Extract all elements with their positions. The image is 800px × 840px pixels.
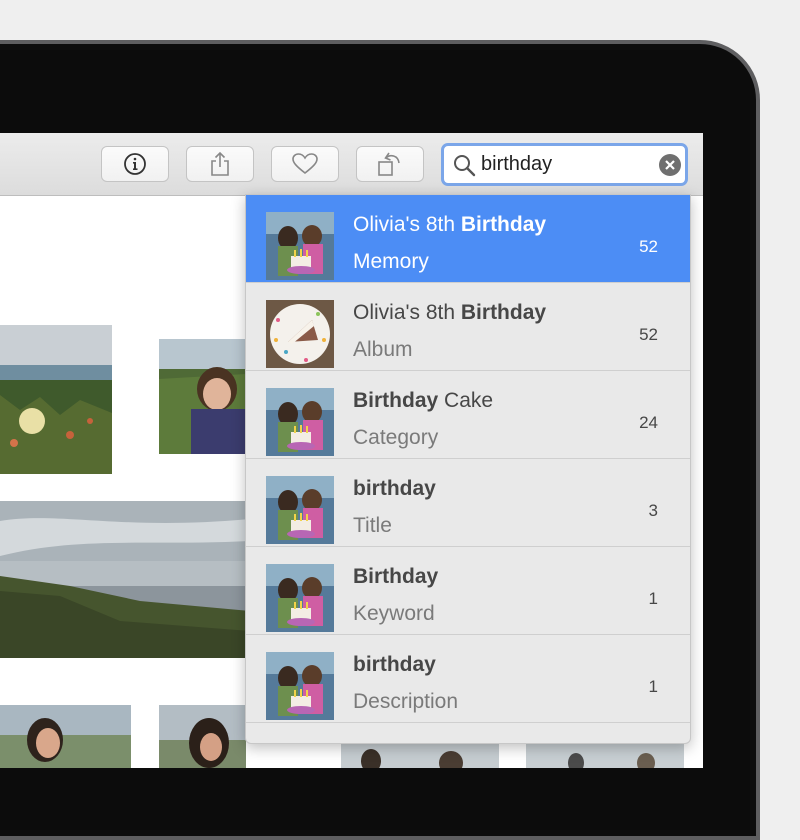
search-input[interactable] — [481, 151, 646, 177]
clear-icon — [665, 160, 675, 170]
search-result-row[interactable]: Olivia's 8th Birthday Album 52 — [246, 283, 690, 371]
result-type: Title — [353, 514, 392, 537]
photo-thumbnail[interactable] — [0, 705, 131, 768]
result-name: birthday — [353, 477, 436, 500]
result-thumbnail — [266, 652, 334, 720]
toolbar — [0, 133, 703, 196]
result-count: 24 — [639, 413, 658, 432]
search-field[interactable] — [441, 143, 688, 186]
result-type: Album — [353, 338, 413, 361]
result-count: 1 — [648, 589, 658, 608]
result-name: Birthday Cake — [353, 389, 494, 412]
result-name: Olivia's 8th Birthday — [353, 301, 547, 324]
result-count: 52 — [639, 325, 658, 344]
search-result-row[interactable]: birthday Title 3 — [246, 459, 690, 547]
search-result-row[interactable]: Birthday Cake Category 24 — [246, 371, 690, 459]
search-result-row[interactable]: Olivia's 8th Birthday Memory 52 — [246, 195, 690, 283]
result-thumbnail — [266, 212, 334, 280]
info-button[interactable] — [101, 146, 169, 182]
search-result-row[interactable]: Birthday Keyword 1 — [246, 547, 690, 635]
photo-thumbnail[interactable] — [341, 741, 499, 768]
rotate-icon — [378, 152, 400, 176]
share-icon — [211, 151, 229, 176]
result-name: birthday — [353, 653, 436, 676]
result-count: 52 — [639, 237, 658, 256]
result-type: Category — [353, 426, 439, 449]
result-thumbnail — [266, 388, 334, 456]
result-name: Olivia's 8th Birthday — [353, 213, 547, 236]
photo-thumbnail[interactable] — [159, 339, 246, 454]
result-thumbnail — [266, 564, 334, 632]
share-button[interactable] — [186, 146, 254, 182]
photo-thumbnail[interactable] — [0, 501, 250, 658]
result-type: Memory — [353, 250, 429, 273]
heart-icon — [292, 153, 318, 175]
result-type: Description — [353, 690, 459, 713]
result-name: Birthday — [353, 565, 439, 588]
result-count: 1 — [648, 677, 658, 696]
result-type: Keyword — [353, 602, 435, 625]
search-results-dropdown: Olivia's 8th Birthday Memory 52 Olivia's… — [245, 194, 691, 744]
rotate-button[interactable] — [356, 146, 424, 182]
result-count: 3 — [648, 501, 658, 520]
search-result-row[interactable]: birthday Description 1 — [246, 635, 690, 723]
result-thumbnail — [266, 300, 334, 368]
search-icon — [454, 155, 476, 177]
photo-thumbnail[interactable] — [526, 741, 684, 768]
photo-thumbnail[interactable] — [159, 705, 246, 768]
clear-search-button[interactable] — [659, 154, 681, 176]
info-icon — [124, 153, 146, 175]
result-thumbnail — [266, 476, 334, 544]
favorite-button[interactable] — [271, 146, 339, 182]
photo-thumbnail[interactable] — [0, 325, 112, 474]
